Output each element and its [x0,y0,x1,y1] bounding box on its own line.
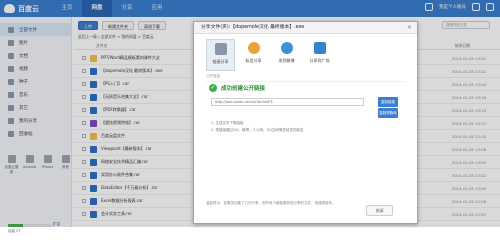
section-label: 公开链接 [206,74,406,82]
close-icon[interactable]: × [407,24,412,31]
copy-link-button[interactable]: 复制链接 [378,97,398,107]
tab-label: 发到微博 [278,58,295,63]
close-button[interactable]: 关闭 [366,205,393,216]
tab-label: 私信分享 [245,58,262,63]
tab-weibo[interactable]: 发到微博 [272,39,301,71]
share-dialog: 分享文件(夹):【dopemole汉化 最终版本】.exe × 链接分享 私信分… [193,21,418,224]
check-icon: ✓ [209,84,217,92]
share-notes: 1. 生成文件下载链接 2. 把链接通过QQ、微博、人人网、QQ空间等发给您的朋… [211,120,303,133]
tab-link-share[interactable]: 链接分享 [206,39,235,71]
success-message: ✓ 成功创建公开链接 [209,84,265,92]
quota-text: 容量 2T [8,229,21,233]
link-icon [214,43,227,55]
weibo-icon [280,42,293,54]
share-link-field[interactable]: http://pan.baidu.com/s/1bnhtxP3 [211,98,364,106]
success-text: 成功创建公开链接 [221,86,266,92]
tab-label: 分享到广场 [309,58,330,63]
tab-private-share[interactable]: 私信分享 [239,39,268,71]
note-line: 2. 把链接通过QQ、微博、人人网、QQ空间等发给您的朋友 [211,127,304,132]
copy-code-button[interactable]: 复制提取码 [378,108,398,118]
private-message-icon [247,42,260,54]
square-icon [313,42,326,54]
tab-square[interactable]: 分享到广场 [305,39,334,71]
tab-label: 链接分享 [212,59,229,64]
share-tabs: 链接分享 私信分享 发到微博 分享到广场 [206,39,334,71]
dialog-title: 分享文件(夹):【dopemole汉化 最终版本】.exe [194,22,417,34]
